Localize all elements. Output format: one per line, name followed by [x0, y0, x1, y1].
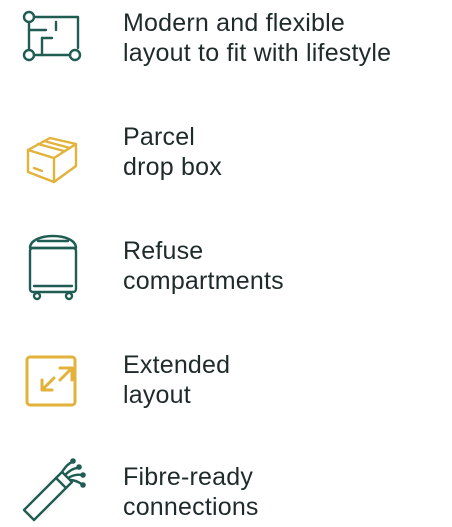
feature-label-line2: layout to fit with lifestyle [123, 39, 392, 67]
feature-label-line2: compartments [123, 267, 284, 295]
feature-label-line2: drop box [123, 153, 222, 181]
feature-label-line1: Modern and flexible [123, 9, 345, 37]
parcel-box-icon [26, 136, 78, 184]
feature-label-line1: Parcel [123, 123, 196, 151]
refuse-bin-icon [28, 234, 78, 301]
feature-label: Refuse compartments [123, 236, 284, 296]
feature-label-line1: Refuse [123, 237, 204, 265]
feature-label: Modern and flexible layout to fit with l… [123, 8, 391, 68]
feature-label-line2: connections [123, 493, 259, 521]
feature-label: Extended layout [123, 350, 230, 410]
feature-label-line1: Fibre-ready [123, 463, 254, 491]
feature-list: Modern and flexible layout to fit with l… [0, 0, 452, 527]
expand-arrows-icon [25, 355, 77, 407]
floor-plan-icon [22, 10, 82, 62]
feature-label-line2: layout [123, 381, 191, 409]
feature-label-line1: Extended [123, 351, 231, 379]
fibre-cable-icon [22, 458, 86, 522]
feature-label: Fibre-ready connections [123, 462, 259, 522]
feature-label: Parcel drop box [123, 122, 222, 182]
